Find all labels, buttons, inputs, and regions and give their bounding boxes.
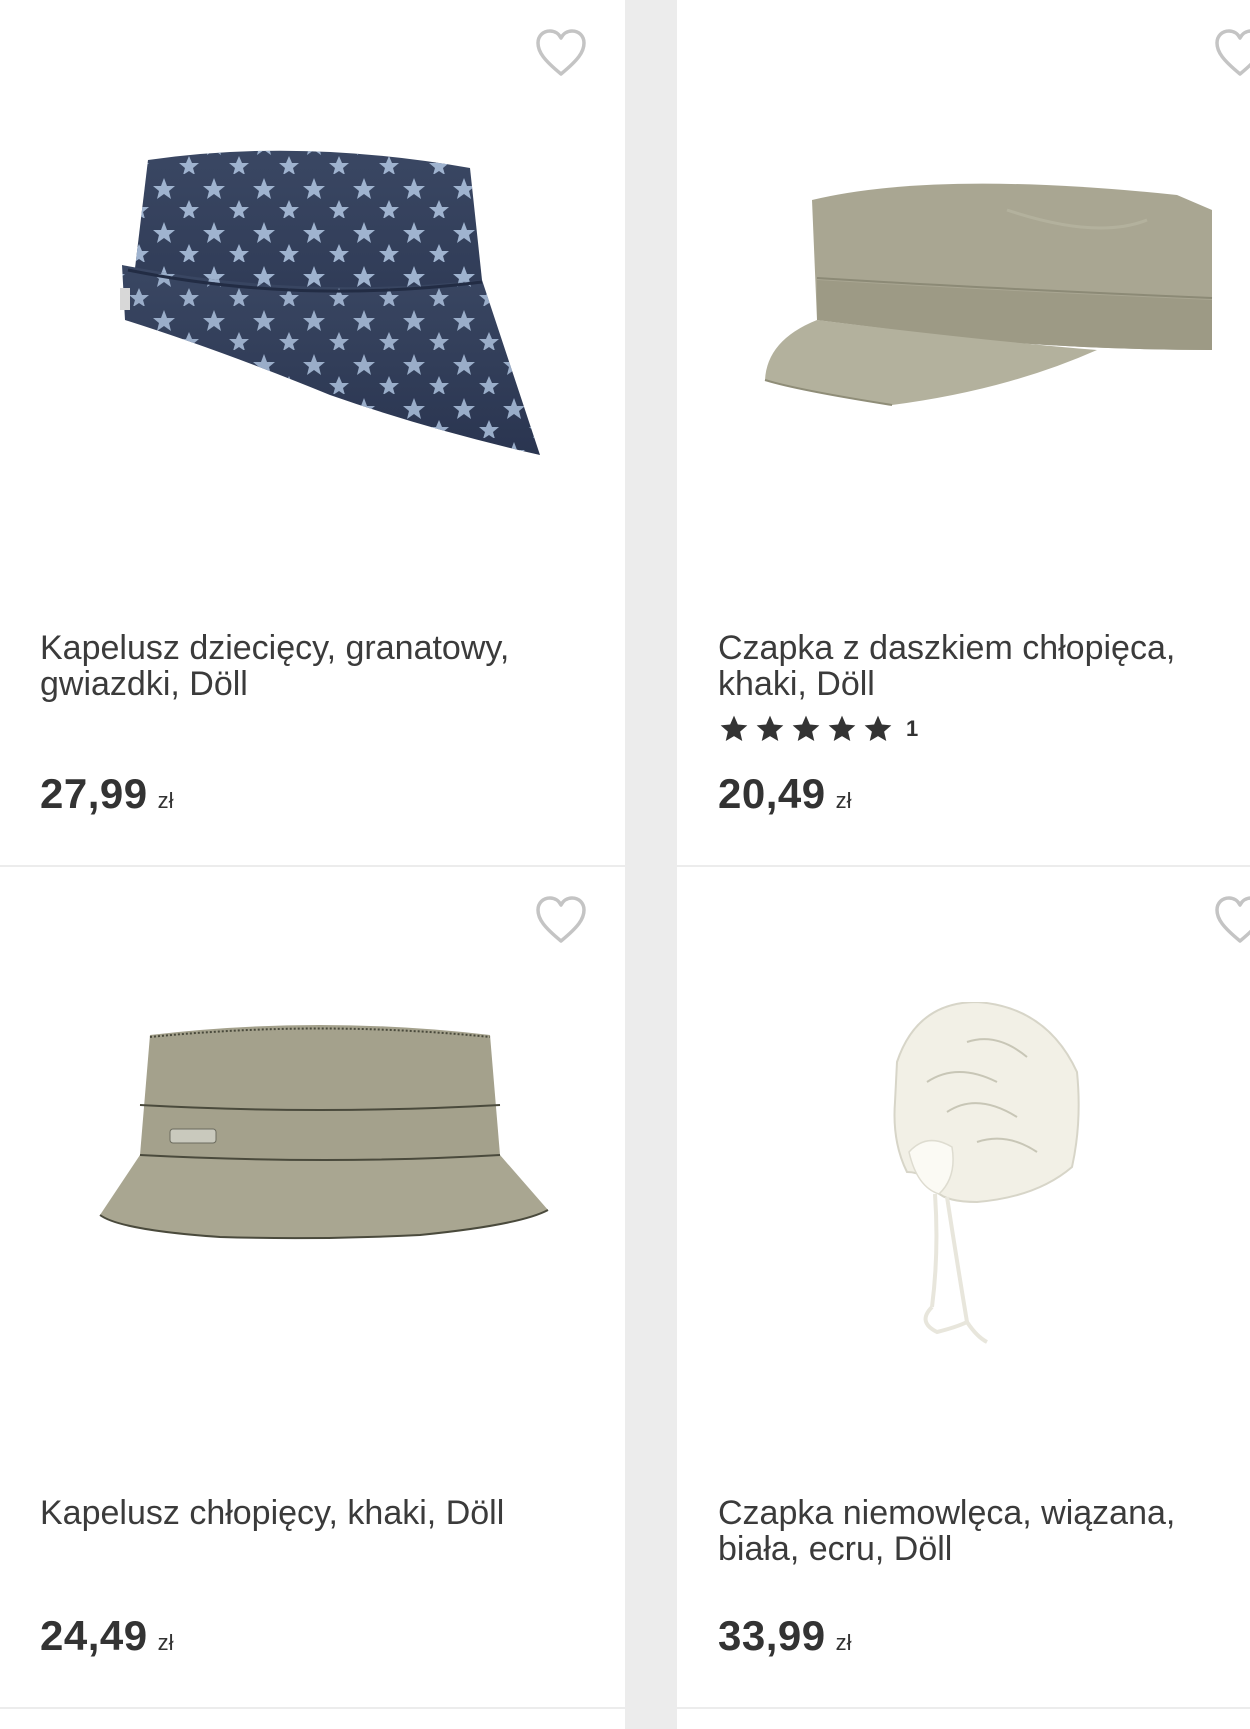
product-price: 24,49 zł: [40, 1612, 174, 1660]
heart-outline-icon[interactable]: [534, 28, 588, 78]
price-amount: 27,99: [40, 770, 148, 817]
price-currency: zł: [157, 1630, 174, 1655]
price-currency: zł: [835, 788, 852, 813]
product-image[interactable]: [677, 150, 1250, 430]
product-card-partial[interactable]: [677, 1709, 1250, 1729]
star-icon: [792, 715, 820, 741]
product-price: 33,99 zł: [718, 1612, 852, 1660]
star-icon: [864, 715, 892, 741]
product-image[interactable]: [0, 1015, 625, 1305]
price-currency: zł: [157, 788, 174, 813]
product-card-partial[interactable]: [0, 1709, 625, 1729]
product-price: 27,99 zł: [40, 770, 174, 818]
product-title[interactable]: Czapka niemowlęca, wiązana, biała, ecru,…: [718, 1495, 1238, 1567]
khaki-bucket-hat-image: [99, 1025, 549, 1240]
product-grid: Kapelusz dziecięcy, granatowy, gwiazdki,…: [0, 0, 1250, 1729]
star-icon: [720, 715, 748, 741]
star-icon: [828, 715, 856, 741]
product-card[interactable]: Czapka niemowlęca, wiązana, biała, ecru,…: [677, 867, 1250, 1707]
khaki-cadet-cap-image: [764, 183, 1213, 406]
navy-star-bucket-hat-image: [120, 150, 540, 455]
heart-outline-icon[interactable]: [1213, 895, 1250, 945]
heart-outline-icon[interactable]: [1213, 28, 1250, 78]
heart-outline-icon[interactable]: [534, 895, 588, 945]
price-amount: 20,49: [718, 770, 826, 817]
product-rating: 1: [718, 713, 918, 745]
product-price: 20,49 zł: [718, 770, 852, 818]
product-title[interactable]: Kapelusz chłopięcy, khaki, Döll: [40, 1495, 560, 1531]
price-amount: 33,99: [718, 1612, 826, 1659]
rating-count: 1: [906, 716, 919, 741]
product-title[interactable]: Kapelusz dziecięcy, granatowy, gwiazdki,…: [40, 630, 560, 702]
star-icon: [756, 715, 784, 741]
product-card[interactable]: Kapelusz chłopięcy, khaki, Döll 24,49 zł: [0, 867, 625, 1707]
price-amount: 24,49: [40, 1612, 148, 1659]
product-image[interactable]: [0, 130, 625, 470]
price-currency: zł: [835, 1630, 852, 1655]
product-title[interactable]: Czapka z daszkiem chłopięca, khaki, Döll: [718, 630, 1238, 702]
product-card[interactable]: Czapka z daszkiem chłopięca, khaki, Döll…: [677, 0, 1250, 865]
product-image[interactable]: [677, 1000, 1250, 1412]
product-card[interactable]: Kapelusz dziecięcy, granatowy, gwiazdki,…: [0, 0, 625, 865]
white-baby-tie-hat-image: [893, 1000, 1080, 1344]
